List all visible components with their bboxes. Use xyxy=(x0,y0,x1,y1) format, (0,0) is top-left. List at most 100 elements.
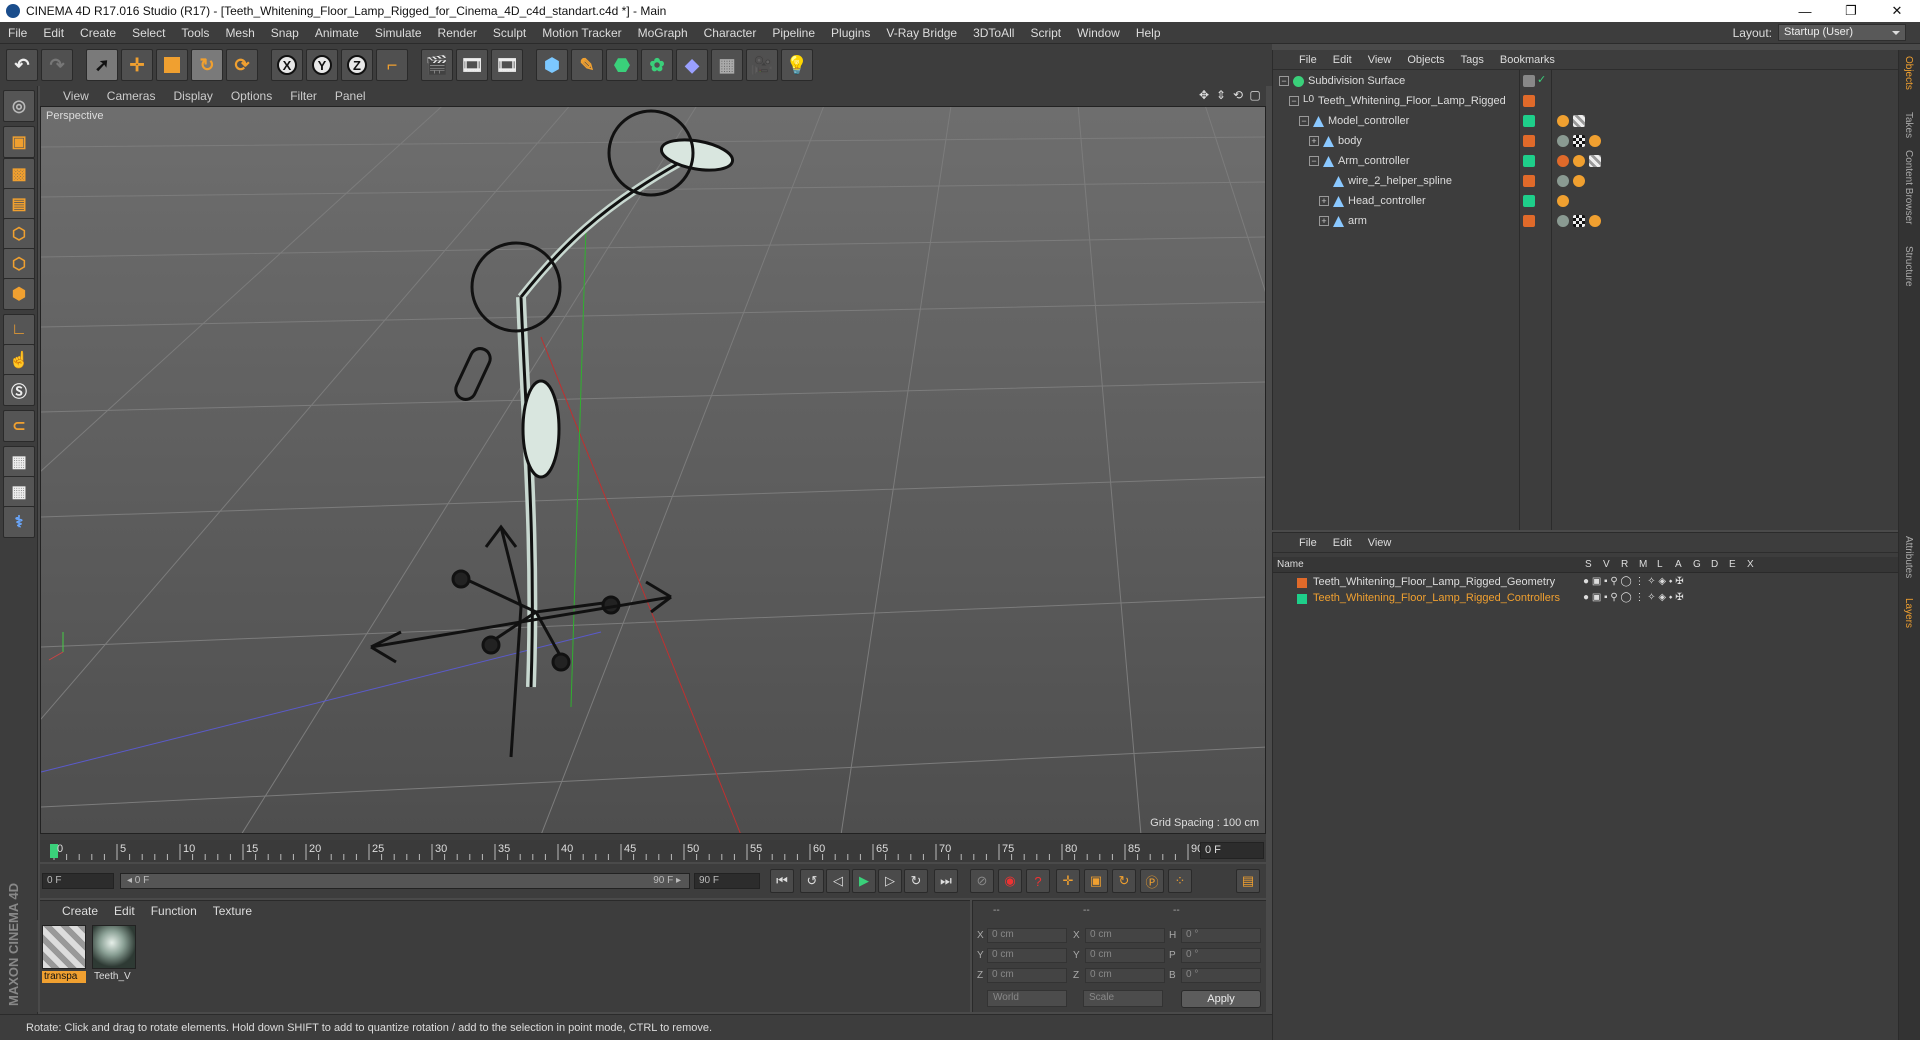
layout-dropdown[interactable]: Startup (User) xyxy=(1778,24,1906,41)
snapping-button[interactable]: Ⓢ xyxy=(3,374,35,406)
timeline-window-button[interactable]: ▤ xyxy=(1236,869,1260,893)
planar-workplane-button[interactable]: ▦ xyxy=(3,476,35,508)
tweak-mode-button[interactable]: ☝ xyxy=(3,344,35,376)
menu-create[interactable]: Create xyxy=(72,26,124,40)
layer-menu-edit[interactable]: Edit xyxy=(1325,537,1360,549)
material-tag-icon[interactable] xyxy=(1557,135,1569,147)
floor-object-button[interactable]: ▦ xyxy=(711,49,743,81)
side-tab-attributes[interactable]: Attributes xyxy=(1903,536,1914,578)
object-row-arm-controller[interactable]: − Arm_controller xyxy=(1273,152,1900,172)
object-row-wire-helper-spline[interactable]: wire_2_helper_spline xyxy=(1273,172,1900,192)
autokey-button[interactable]: ? xyxy=(1026,869,1050,893)
model-mode-button[interactable]: ▣ xyxy=(3,126,35,158)
layer-col-expressions[interactable]: E xyxy=(1729,559,1736,570)
menu-pipeline[interactable]: Pipeline xyxy=(764,26,823,40)
render-view-button[interactable]: 🎬 xyxy=(421,49,453,81)
object-menu-edit[interactable]: Edit xyxy=(1325,54,1360,66)
ik-tag-icon[interactable] xyxy=(1573,175,1585,187)
viewport-menu-view[interactable]: View xyxy=(54,89,98,103)
redo-button[interactable]: ↷ xyxy=(41,49,73,81)
record-active-button[interactable]: ◉ xyxy=(998,869,1022,893)
menu-vray-bridge[interactable]: V-Ray Bridge xyxy=(878,26,965,40)
workplane-mode-button[interactable]: ▤ xyxy=(3,188,35,220)
texture-mode-button[interactable]: ▩ xyxy=(3,158,35,190)
menu-tools[interactable]: Tools xyxy=(173,26,217,40)
toggle-view-icon[interactable]: ▢ xyxy=(1248,88,1262,102)
pan-view-icon[interactable]: ✥ xyxy=(1197,88,1211,102)
layer-flag-icons[interactable]: ● ▣ ▪ ⚲ ◯ ⋮ ✧ ◈ ⬩ ✠ xyxy=(1583,592,1684,603)
orbit-view-icon[interactable]: ⟲ xyxy=(1231,88,1245,102)
layer-col-generators[interactable]: G xyxy=(1693,559,1701,570)
menu-plugins[interactable]: Plugins xyxy=(823,26,878,40)
size-x-field[interactable]: 0 cm xyxy=(1085,928,1165,943)
make-editable-button[interactable]: ◎ xyxy=(3,90,35,122)
rot-b-field[interactable]: 0 ° xyxy=(1181,968,1261,983)
menu-edit[interactable]: Edit xyxy=(35,26,72,40)
object-menu-view[interactable]: View xyxy=(1360,54,1400,66)
material-tag-icon[interactable] xyxy=(1589,155,1601,167)
layer-col-solo[interactable]: S xyxy=(1585,559,1592,570)
size-z-field[interactable]: 0 cm xyxy=(1085,968,1165,983)
subdivision-button[interactable]: ⬣ xyxy=(606,49,638,81)
menu-character[interactable]: Character xyxy=(696,26,765,40)
side-tab-structure[interactable]: Structure xyxy=(1903,246,1914,287)
layer-col-locked[interactable]: L xyxy=(1657,559,1663,570)
current-frame-field[interactable]: 0 F xyxy=(1200,842,1264,859)
motion-record-button[interactable]: ⊘ xyxy=(970,869,994,893)
rot-h-field[interactable]: 0 ° xyxy=(1181,928,1261,943)
object-menu-objects[interactable]: Objects xyxy=(1399,54,1452,66)
coordinate-space-dropdown[interactable]: World xyxy=(987,990,1067,1007)
live-selection-button[interactable]: ➚ xyxy=(86,49,118,81)
pos-y-field[interactable]: 0 cm xyxy=(987,948,1067,963)
previous-key-button[interactable]: ↺ xyxy=(800,869,824,893)
layer-col-manager[interactable]: M xyxy=(1639,559,1647,570)
material-menu-edit[interactable]: Edit xyxy=(106,904,143,918)
pos-z-field[interactable]: 0 cm xyxy=(987,968,1067,983)
menu-render[interactable]: Render xyxy=(430,26,485,40)
python-icon[interactable]: ⚕ xyxy=(3,506,35,538)
object-row-lamp-rigged[interactable]: − L0 Teeth_Whitening_Floor_Lamp_Rigged xyxy=(1273,92,1900,112)
z-axis-lock-button[interactable]: Z xyxy=(341,49,373,81)
rot-p-field[interactable]: 0 ° xyxy=(1181,948,1261,963)
layer-row-controllers[interactable]: Teeth_Whitening_Floor_Lamp_Rigged_Contro… xyxy=(1273,591,1900,607)
viewport-canvas[interactable]: Perspective Grid Spacing : 100 cm xyxy=(40,106,1266,834)
rotate-tool-button[interactable]: ↻ xyxy=(191,49,223,81)
expand-toggle[interactable]: + xyxy=(1309,136,1319,146)
previous-frame-button[interactable]: ◁ xyxy=(826,869,850,893)
expand-toggle[interactable]: + xyxy=(1319,216,1329,226)
menu-animate[interactable]: Animate xyxy=(307,26,367,40)
ik-tag-icon[interactable] xyxy=(1573,155,1585,167)
render-picture-viewer-button[interactable]: 🎞 xyxy=(456,49,488,81)
menu-mograph[interactable]: MoGraph xyxy=(630,26,696,40)
object-menu-tags[interactable]: Tags xyxy=(1453,54,1492,66)
layer-col-animation[interactable]: A xyxy=(1675,559,1682,570)
coordinate-system-button[interactable]: ⌐ xyxy=(376,49,408,81)
minimize-button[interactable]: — xyxy=(1782,0,1828,22)
layer-col-render[interactable]: R xyxy=(1621,559,1628,570)
start-frame-field[interactable]: 0 F xyxy=(42,873,114,889)
ik-tag-icon[interactable] xyxy=(1557,195,1569,207)
menu-simulate[interactable]: Simulate xyxy=(367,26,430,40)
ik-tag-icon[interactable] xyxy=(1557,115,1569,127)
object-row-model-controller[interactable]: − Model_controller xyxy=(1273,112,1900,132)
material-menu-texture[interactable]: Texture xyxy=(205,904,260,918)
menu-help[interactable]: Help xyxy=(1128,26,1169,40)
go-to-end-button[interactable]: ⏭ xyxy=(934,869,958,893)
key-rotation-button[interactable]: ↻ xyxy=(1112,869,1136,893)
material-tag-icon[interactable] xyxy=(1557,215,1569,227)
scale-tool-button[interactable] xyxy=(156,49,188,81)
viewport-menu-display[interactable]: Display xyxy=(164,89,221,103)
side-tab-content-browser[interactable]: Content Browser xyxy=(1903,150,1914,224)
timeline-ruler[interactable]: 0 5 10 15 20 25 30 35 40 45 50 55 60 65 70 75 80 85 90 0 F xyxy=(40,840,1266,862)
edges-mode-button[interactable]: ⬡ xyxy=(3,248,35,280)
enabled-check-icon[interactable]: ✓ xyxy=(1537,73,1546,86)
viewport-menu-options[interactable]: Options xyxy=(222,89,281,103)
points-mode-button[interactable]: ⬡ xyxy=(3,218,35,250)
key-position-button[interactable]: ✛ xyxy=(1056,869,1080,893)
end-frame-field[interactable]: 90 F xyxy=(694,873,760,889)
object-row-head-controller[interactable]: + Head_controller xyxy=(1273,192,1900,212)
layer-flag-icons[interactable]: ● ▣ ▪ ⚲ ◯ ⋮ ✧ ◈ ⬩ ✠ xyxy=(1583,576,1684,587)
collapse-toggle[interactable]: − xyxy=(1289,96,1299,106)
ik-tag-icon[interactable] xyxy=(1589,135,1601,147)
camera-object-button[interactable]: 🎥 xyxy=(746,49,778,81)
